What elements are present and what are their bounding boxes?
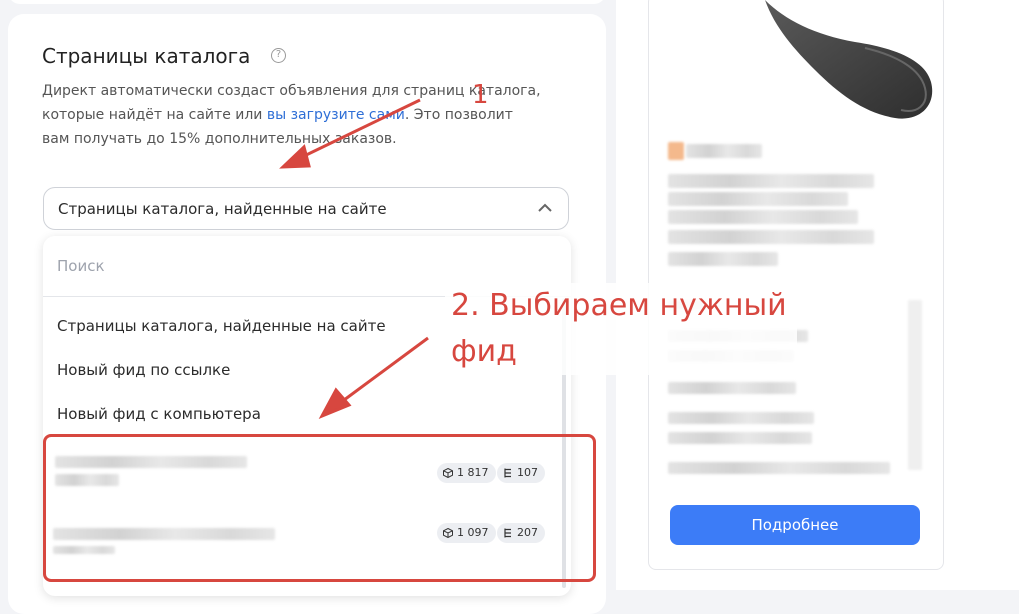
redacted-title-line <box>686 144 762 158</box>
catalog-source-select[interactable]: Страницы каталога, найденные на сайте <box>43 187 569 230</box>
redacted-text-line <box>668 382 796 394</box>
select-value: Страницы каталога, найденные на сайте <box>58 200 387 218</box>
option-feed-from-computer[interactable]: Новый фид с компьютера <box>43 392 563 436</box>
details-button[interactable]: Подробнее <box>670 505 920 545</box>
question-circle-icon[interactable]: ? <box>271 48 286 63</box>
redacted-text-line <box>668 462 890 474</box>
redacted-title-line <box>668 252 778 266</box>
product-image <box>765 0 933 119</box>
previous-card <box>8 0 606 4</box>
upload-yourself-link[interactable]: вы загрузите сами <box>267 107 405 123</box>
annotation-step-1: 1 <box>472 80 489 110</box>
redacted-title-line <box>668 174 874 188</box>
feeds-highlight-box <box>43 434 596 582</box>
redacted-text-line <box>668 432 812 444</box>
redacted-title-line <box>668 210 858 224</box>
annotation-step-2: 2. Выбираем нужный фид <box>445 283 797 375</box>
redacted-text-line <box>668 412 814 424</box>
redacted-side-strip <box>908 300 922 470</box>
redacted-pixel <box>668 142 684 160</box>
redacted-title-line <box>668 230 874 244</box>
catalog-description: Директ автоматически создаст объявления … <box>42 79 542 151</box>
chevron-up-icon <box>538 203 552 212</box>
redacted-title-line <box>668 192 848 206</box>
section-title: Страницы каталога <box>42 44 251 68</box>
